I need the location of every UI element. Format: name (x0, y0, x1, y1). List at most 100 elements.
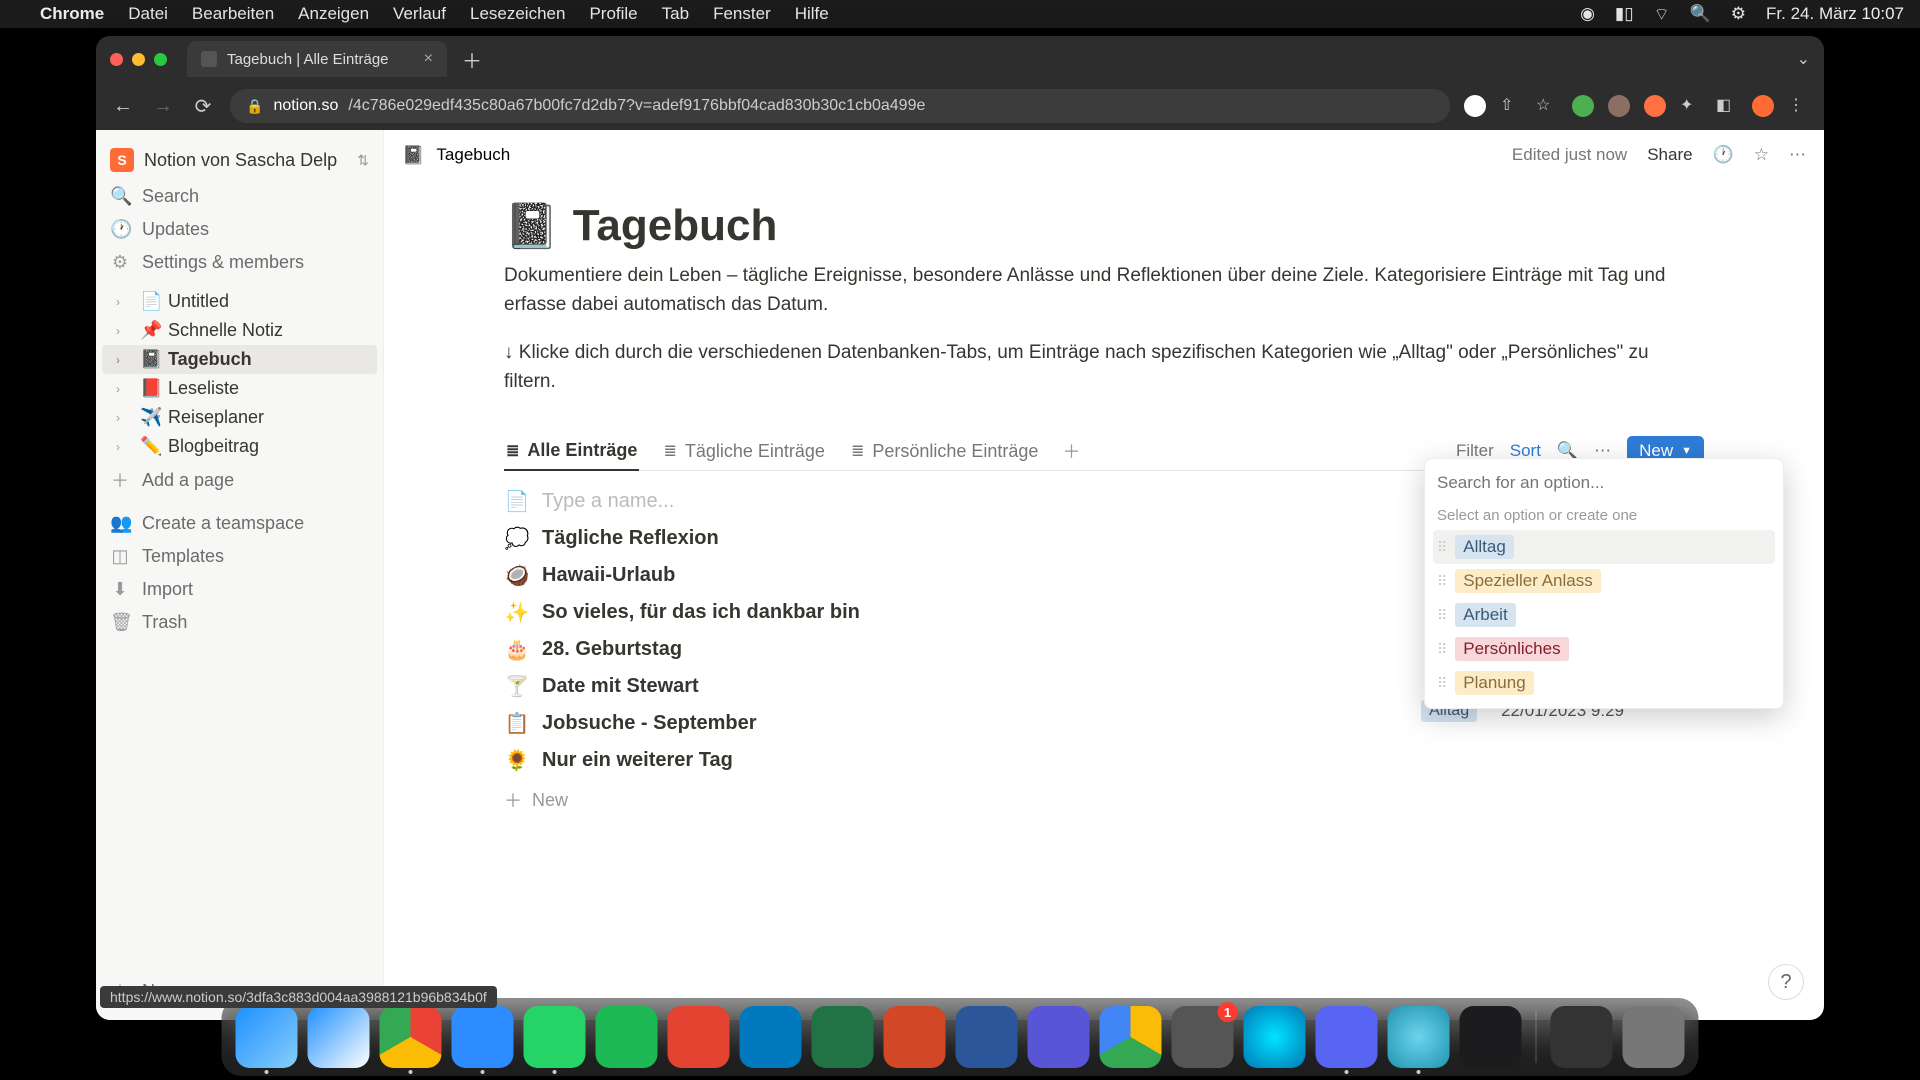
extension-icon-3[interactable] (1644, 95, 1666, 117)
sidebar-page-item[interactable]: ›📓Tagebuch (102, 345, 377, 374)
drag-handle-icon[interactable]: ⠿ (1437, 607, 1445, 624)
share-button[interactable]: Share (1647, 145, 1692, 165)
menu-datei[interactable]: Datei (128, 4, 168, 24)
share-icon[interactable]: ⇧ (1500, 95, 1522, 117)
menubar-clock[interactable]: Fr. 24. März 10:07 (1766, 4, 1904, 24)
profile-avatar[interactable] (1752, 95, 1774, 117)
dropdown-option[interactable]: ⠿Planung (1433, 666, 1775, 700)
dock-app-quicktime[interactable] (1388, 1006, 1450, 1068)
database-tab[interactable]: ≣Tägliche Einträge (661, 432, 827, 470)
sidebar-trash[interactable]: 🗑Trash (96, 606, 383, 639)
more-icon[interactable]: ⋯ (1789, 145, 1806, 165)
entry-row[interactable]: 🌻Nur ein weiterer Tag (504, 742, 1704, 779)
maximize-window-button[interactable] (154, 53, 167, 66)
drag-handle-icon[interactable]: ⠿ (1437, 641, 1445, 658)
sidebar-page-item[interactable]: ›📄Untitled (102, 287, 377, 316)
menu-fenster[interactable]: Fenster (713, 4, 771, 24)
dock-app-finder[interactable] (236, 1006, 298, 1068)
menu-bearbeiten[interactable]: Bearbeiten (192, 4, 274, 24)
extensions-puzzle-icon[interactable]: ✦ (1680, 95, 1702, 117)
history-icon[interactable]: 🕐 (1713, 145, 1734, 165)
page-description-2[interactable]: ↓ Klicke dich durch die verschiedenen Da… (504, 339, 1704, 396)
dropdown-option[interactable]: ⠿Spezieller Anlass (1433, 564, 1775, 598)
dock-app-imovie[interactable] (1028, 1006, 1090, 1068)
reload-button[interactable]: ⟳ (190, 94, 216, 119)
control-center-icon[interactable]: ⚙ (1731, 4, 1746, 24)
sidebar-import[interactable]: ⬇Import (96, 573, 383, 606)
page-title[interactable]: Tagebuch (573, 201, 778, 251)
record-icon[interactable]: ◉ (1580, 4, 1595, 24)
new-tab-button[interactable]: ＋ (457, 44, 487, 74)
wifi-icon[interactable]: ⌔ (1654, 4, 1670, 25)
dock-app-powerpoint[interactable] (884, 1006, 946, 1068)
dock-app-discord[interactable] (1316, 1006, 1378, 1068)
sidebar-settings[interactable]: ⚙Settings & members (96, 246, 383, 279)
page-description-1[interactable]: Dokumentiere dein Leben – tägliche Ereig… (504, 262, 1704, 319)
address-bar[interactable]: 🔒 notion.so/4c786e029edf435c80a67b00fc7d… (230, 89, 1450, 123)
add-view-button[interactable]: ＋ (1062, 438, 1080, 464)
database-tab[interactable]: ≣Persönliche Einträge (849, 432, 1041, 470)
new-row-button[interactable]: ＋ New (504, 779, 1704, 821)
dock-app-settings[interactable]: 1 (1172, 1006, 1234, 1068)
dock-app-trash[interactable] (1623, 1006, 1685, 1068)
dock-app-excel[interactable] (812, 1006, 874, 1068)
dock-app-siri[interactable] (1244, 1006, 1306, 1068)
sidebar-add-page[interactable]: ＋Add a page (96, 461, 383, 499)
tab-close-icon[interactable]: × (424, 50, 433, 68)
forward-button[interactable]: → (150, 95, 176, 118)
sidebar-updates[interactable]: 🕐Updates (96, 213, 383, 246)
sidepanel-icon[interactable]: ◧ (1716, 95, 1738, 117)
sidebar-page-item[interactable]: ›📌Schnelle Notiz (102, 316, 377, 345)
drag-handle-icon[interactable]: ⠿ (1437, 573, 1445, 590)
dock-app-zoom[interactable] (452, 1006, 514, 1068)
sidebar-page-item[interactable]: ›✏️Blogbeitrag (102, 432, 377, 461)
dock-app-drive[interactable] (1100, 1006, 1162, 1068)
menu-verlauf[interactable]: Verlauf (393, 4, 446, 24)
sidebar-search[interactable]: 🔍Search (96, 180, 383, 213)
page-emoji-icon: 📓 (140, 349, 160, 370)
favorite-icon[interactable]: ☆ (1754, 145, 1769, 165)
database-tab[interactable]: ≣Alle Einträge (504, 432, 639, 471)
dock-app-whatsapp[interactable] (524, 1006, 586, 1068)
sidebar-templates[interactable]: ◫Templates (96, 540, 383, 573)
dropdown-option[interactable]: ⠿Alltag (1433, 530, 1775, 564)
dock-app-voice[interactable] (1460, 1006, 1522, 1068)
dock-app-launchpad[interactable] (1551, 1006, 1613, 1068)
browser-tab[interactable]: Tagebuch | Alle Einträge × (187, 41, 447, 77)
chrome-menu-icon[interactable]: ⋮ (1788, 95, 1810, 117)
menu-lesezeichen[interactable]: Lesezeichen (470, 4, 565, 24)
dock-app-chrome[interactable] (380, 1006, 442, 1068)
dock-app-todoist[interactable] (668, 1006, 730, 1068)
menu-profile[interactable]: Profile (589, 4, 637, 24)
dock-app-word[interactable] (956, 1006, 1018, 1068)
google-translate-icon[interactable] (1464, 95, 1486, 117)
tag-search-input[interactable] (1433, 467, 1775, 499)
menu-hilfe[interactable]: Hilfe (795, 4, 829, 24)
dropdown-option[interactable]: ⠿Arbeit (1433, 598, 1775, 632)
sidebar-page-item[interactable]: ›✈️Reiseplaner (102, 403, 377, 432)
bookmark-icon[interactable]: ☆ (1536, 95, 1558, 117)
close-window-button[interactable] (110, 53, 123, 66)
page-emoji[interactable]: 📓 (504, 200, 559, 252)
spotlight-icon[interactable]: 🔍 (1690, 4, 1711, 24)
dock-app-spotify[interactable] (596, 1006, 658, 1068)
help-button[interactable]: ? (1768, 964, 1804, 1000)
menu-tab[interactable]: Tab (662, 4, 689, 24)
workspace-switcher[interactable]: S Notion von Sascha Delp ⇅ (96, 140, 383, 180)
battery-icon[interactable]: ▮▯ (1615, 4, 1634, 24)
extension-icon-2[interactable] (1608, 95, 1630, 117)
menu-anzeigen[interactable]: Anzeigen (298, 4, 369, 24)
dropdown-option[interactable]: ⠿Persönliches (1433, 632, 1775, 666)
extension-icon-1[interactable] (1572, 95, 1594, 117)
minimize-window-button[interactable] (132, 53, 145, 66)
drag-handle-icon[interactable]: ⠿ (1437, 675, 1445, 692)
sidebar-teamspace[interactable]: 👥Create a teamspace (96, 507, 383, 540)
sidebar-page-item[interactable]: ›📕Leseliste (102, 374, 377, 403)
dock-app-safari[interactable] (308, 1006, 370, 1068)
drag-handle-icon[interactable]: ⠿ (1437, 539, 1445, 556)
breadcrumb[interactable]: Tagebuch (436, 145, 510, 165)
back-button[interactable]: ← (110, 95, 136, 118)
dock-app-trello[interactable] (740, 1006, 802, 1068)
tab-overflow-icon[interactable]: ⌄ (1797, 49, 1810, 69)
menubar-app[interactable]: Chrome (40, 4, 104, 24)
